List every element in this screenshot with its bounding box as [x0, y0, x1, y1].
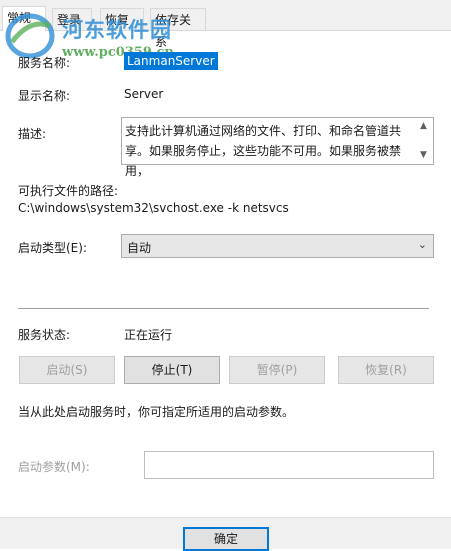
divider — [18, 308, 429, 309]
startup-type-label: 启动类型(E): — [18, 241, 87, 255]
path-label: 可执行文件的路径: — [18, 184, 119, 198]
service-name-label: 服务名称: — [18, 56, 71, 70]
tab-general[interactable]: 常规 — [2, 6, 46, 31]
pause-button[interactable]: 暂停(P) — [229, 356, 325, 384]
tab-bar: 常规 登录 恢复 依存关系 — [0, 0, 451, 49]
startup-type-select[interactable]: 自动 ⌄ — [121, 234, 434, 258]
resume-button[interactable]: 恢复(R) — [338, 356, 434, 384]
display-name-label: 显示名称: — [18, 89, 71, 103]
start-params-hint: 当从此处启动服务时，你可指定所适用的启动参数。 — [18, 405, 295, 419]
description-text: 支持此计算机通过网络的文件、打印、和命名管道共享。如果服务停止，这些功能不可用。… — [125, 124, 402, 178]
start-button[interactable]: 启动(S) — [19, 356, 115, 384]
description-box[interactable]: 支持此计算机通过网络的文件、打印、和命名管道共享。如果服务停止，这些功能不可用。… — [121, 117, 434, 178]
path-value[interactable]: C:\windows\system32\svchost.exe -k netsv… — [18, 201, 289, 215]
service-status-label: 服务状态: — [18, 328, 71, 342]
scroll-up-icon[interactable]: ▲ — [420, 121, 427, 131]
display-name-value[interactable]: Server — [124, 87, 163, 101]
stop-button[interactable]: 停止(T) — [124, 356, 220, 384]
service-status-value: 正在运行 — [124, 328, 173, 342]
start-params-input[interactable] — [144, 451, 434, 479]
start-params-label: 启动参数(M): — [18, 460, 90, 474]
service-name-value[interactable]: LanmanServer — [124, 52, 218, 70]
startup-type-value: 自动 — [127, 241, 152, 255]
scroll-down-icon[interactable]: ▼ — [420, 150, 427, 160]
ok-button[interactable]: 确定 — [183, 527, 269, 551]
tab-logon[interactable]: 登录 — [52, 8, 92, 30]
description-label: 描述: — [18, 127, 47, 141]
chevron-down-icon: ⌄ — [417, 238, 427, 251]
description-scrollbar[interactable]: ▲ ▼ — [417, 118, 433, 164]
tab-recovery[interactable]: 恢复 — [100, 8, 144, 30]
tab-dependencies[interactable]: 依存关系 — [150, 8, 206, 49]
